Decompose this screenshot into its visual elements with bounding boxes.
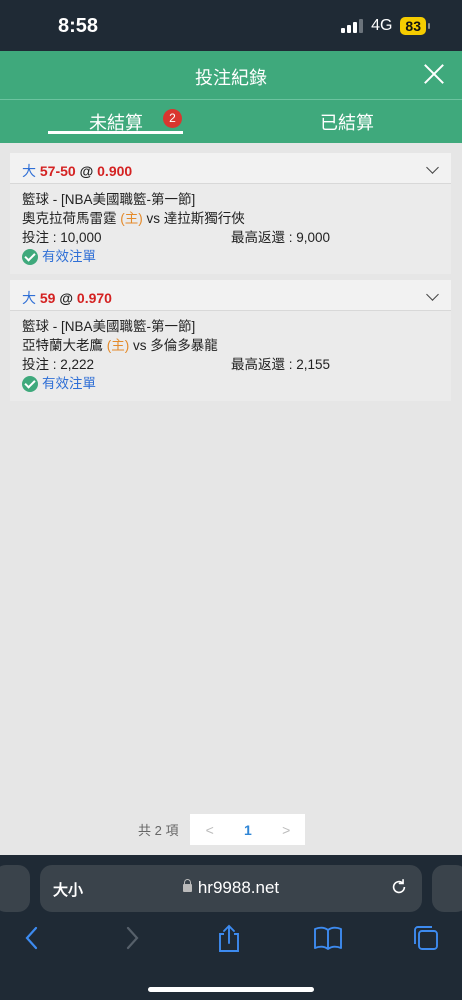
share-icon[interactable] — [216, 924, 242, 954]
home-team: 奧克拉荷馬雷霆 — [22, 211, 117, 226]
address-bar[interactable]: 大小 hr9988.net — [40, 865, 422, 912]
forward-icon[interactable] — [122, 924, 142, 952]
active-tab-indicator — [48, 131, 183, 134]
next-page-button[interactable]: > — [282, 822, 290, 838]
bet-card-body: 籃球 - [NBA美國職籃-第一節] 亞特蘭大老鷹 (主) vs 多倫多暴龍 投… — [10, 311, 451, 401]
browser-toolbar — [0, 924, 462, 954]
bet-status-label: 有效注單 — [42, 249, 96, 264]
away-team: 多倫多暴龍 — [150, 338, 218, 353]
back-icon[interactable] — [22, 924, 42, 952]
bet-type: 大 — [22, 290, 36, 306]
max-return: 最高返還 : 9,000 — [231, 230, 331, 245]
bet-matchup: 亞特蘭大老鷹 (主) vs 多倫多暴龍 — [22, 336, 439, 355]
bet-card-header[interactable]: 大 57-50 @ 0.900 — [10, 153, 451, 184]
bet-league: 籃球 - [NBA美國職籃-第一節] — [22, 192, 196, 207]
bet-type: 大 — [22, 163, 36, 179]
pagination: 共 2 項 < 1 > — [138, 814, 306, 845]
vs-label: vs — [146, 211, 161, 226]
bet-at: @ — [79, 163, 94, 179]
prev-page-button[interactable]: < — [206, 822, 214, 838]
stake-amount: 投注 : 10,000 — [22, 230, 102, 245]
tab-bar: 未結算 已結算 — [0, 99, 462, 143]
close-icon[interactable] — [422, 62, 446, 86]
bet-status-label: 有效注單 — [42, 376, 96, 391]
home-tag: (主) — [120, 211, 143, 226]
url-text: hr9988.net — [197, 878, 280, 897]
page-header: 投注紀錄 — [0, 51, 462, 99]
url-display[interactable]: hr9988.net — [40, 878, 422, 898]
reload-icon[interactable] — [390, 878, 408, 896]
bet-matchup: 奧克拉荷馬雷霆 (主) vs 達拉斯獨行俠 — [22, 209, 439, 228]
bet-card-header[interactable]: 大 59 @ 0.970 — [10, 280, 451, 311]
max-return: 最高返還 : 2,155 — [231, 357, 331, 372]
home-tag: (主) — [106, 338, 130, 353]
check-circle-icon — [22, 248, 38, 265]
bet-card: 大 59 @ 0.970 籃球 - [NBA美國職籃-第一節] 亞特蘭大老鷹 (… — [10, 280, 451, 401]
stake-amount: 投注 : 2,222 — [22, 357, 95, 372]
check-circle-icon — [22, 375, 38, 392]
bet-amount-row: 投注 : 10,000 最高返還 : 9,000 — [22, 228, 439, 247]
browser-chrome: 大小 hr9988.net — [0, 855, 462, 1000]
bet-odds: 0.900 — [97, 163, 133, 179]
unsettled-count-badge: 2 — [163, 109, 182, 128]
vs-label: vs — [133, 338, 147, 353]
away-team: 達拉斯獨行俠 — [163, 211, 245, 226]
bet-at: @ — [59, 290, 74, 306]
bet-line: 59 — [39, 290, 56, 306]
lock-icon — [182, 879, 192, 892]
page-number[interactable]: 1 — [244, 822, 252, 838]
bet-card: 大 57-50 @ 0.900 籃球 - [NBA美國職籃-第一節] 奧克拉荷馬… — [10, 153, 451, 274]
tabs-icon[interactable] — [412, 924, 440, 952]
tab-settled[interactable]: 已結算 — [320, 109, 374, 135]
pagination-controls: < 1 > — [190, 814, 306, 845]
bet-status: 有效注單 — [22, 374, 439, 393]
bookmarks-icon[interactable] — [313, 924, 343, 952]
battery-icon: 83 — [400, 17, 430, 35]
next-tab-preview[interactable] — [432, 865, 462, 912]
previous-tab-preview[interactable] — [0, 865, 30, 912]
pagination-total: 共 2 項 — [138, 823, 179, 838]
bet-line: 57-50 — [39, 163, 76, 179]
status-time: 8:58 — [58, 15, 99, 37]
home-indicator — [148, 987, 314, 992]
page-title: 投注紀錄 — [195, 68, 267, 88]
bet-league: 籃球 - [NBA美國職籃-第一節] — [22, 319, 196, 334]
chevron-down-icon[interactable] — [426, 161, 439, 174]
bet-amount-row: 投注 : 2,222 最高返還 : 2,155 — [22, 355, 439, 374]
status-bar: 8:58 4G 83 — [0, 0, 462, 51]
bet-card-body: 籃球 - [NBA美國職籃-第一節] 奧克拉荷馬雷霆 (主) vs 達拉斯獨行俠… — [10, 184, 451, 274]
bet-list: 大 57-50 @ 0.900 籃球 - [NBA美國職籃-第一節] 奧克拉荷馬… — [10, 153, 451, 407]
network-type: 4G — [371, 17, 393, 34]
bet-status: 有效注單 — [22, 247, 439, 266]
status-indicators: 4G 83 — [341, 17, 430, 35]
chevron-down-icon[interactable] — [426, 288, 439, 301]
home-team: 亞特蘭大老鷹 — [22, 338, 103, 353]
signal-icon — [341, 19, 364, 33]
bet-odds: 0.970 — [76, 290, 112, 306]
